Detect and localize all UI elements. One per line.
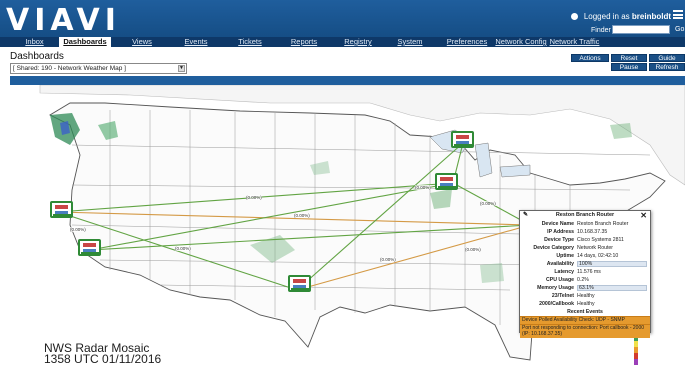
- page-title: Dashboards: [10, 51, 64, 62]
- row-key: Memory Usage: [537, 285, 574, 291]
- row-key: Availability: [546, 261, 574, 267]
- tab-dashboards[interactable]: Dashboards: [59, 37, 111, 47]
- username[interactable]: breinboldt: [632, 12, 671, 21]
- app-window: VIAVI Logged in as breinboldt Finder Go …: [0, 0, 685, 377]
- row-key: 2000/Callbook: [539, 301, 574, 307]
- finder-go-button[interactable]: Go: [675, 26, 684, 33]
- dashboard-header-band: [10, 76, 685, 85]
- link-label: (0.00%): [294, 213, 310, 218]
- chevron-down-icon[interactable]: ▼: [178, 65, 185, 72]
- node-status-bar: [454, 144, 472, 147]
- row-key: 23/Telnet: [551, 293, 574, 299]
- tab-events[interactable]: Events: [176, 37, 216, 47]
- row-key: Device Type: [544, 237, 574, 243]
- tab-inbox[interactable]: Inbox: [18, 37, 51, 47]
- popup-header: ✎ Reston Branch Router ✕: [520, 211, 650, 220]
- row-key: Device Name: [541, 221, 574, 227]
- popup-title: Reston Branch Router: [555, 212, 615, 218]
- popup-row: 23/Telnet Healthy: [520, 292, 650, 300]
- device-info-popup[interactable]: ✎ Reston Branch Router ✕ Device Name Rest…: [519, 210, 651, 338]
- link-label: (0.00%): [246, 195, 262, 200]
- row-value: Cisco Systems 2811: [577, 237, 624, 243]
- row-value: Reston Branch Router: [577, 221, 629, 227]
- pin-icon[interactable]: ✎: [523, 211, 528, 220]
- dashboard-select-value: [ Shared: 190 - Network Weather Map ]: [13, 65, 126, 72]
- row-value: 14 days, 02:42:10: [577, 253, 619, 259]
- popup-row: Device Name Reston Branch Router: [520, 220, 650, 228]
- row-value: Network Router: [577, 245, 614, 251]
- memory-value: 63.1%: [579, 285, 594, 291]
- event-item[interactable]: Device Polled Availability Check: UDP - …: [520, 316, 650, 324]
- logged-in-label: Logged in as: [583, 12, 630, 21]
- memory-bar: 63.1%: [577, 285, 647, 291]
- row-value: 0.2%: [577, 277, 589, 283]
- row-value: Healthy: [577, 293, 595, 299]
- tab-network-config[interactable]: Network Config: [495, 37, 547, 47]
- pause-button[interactable]: Pause: [611, 63, 647, 71]
- device-node-dallas[interactable]: [288, 275, 311, 292]
- finder-label: Finder: [591, 27, 611, 34]
- device-node-detroit[interactable]: [435, 173, 458, 190]
- row-value: Healthy: [577, 301, 595, 307]
- popup-row: IP Address 10.168.37.35: [520, 228, 650, 236]
- node-status-bar: [291, 288, 309, 291]
- dashboard-select[interactable]: [ Shared: 190 - Network Weather Map ] ▼: [10, 63, 187, 74]
- memory-row: Memory Usage 63.1%: [520, 284, 650, 292]
- row-value: 11.576 ms: [577, 269, 601, 275]
- tab-views[interactable]: Views: [122, 37, 162, 47]
- main-nav: Inbox Dashboards Views Events Tickets Re…: [0, 37, 685, 47]
- tab-system[interactable]: System: [390, 37, 430, 47]
- popup-row: 2000/Callbook Healthy: [520, 300, 650, 308]
- availability-row: Availability 100%: [520, 260, 650, 268]
- reset-button[interactable]: Reset: [611, 54, 647, 62]
- user-icon: [570, 13, 578, 21]
- viavi-logo: VIAVI: [6, 3, 121, 38]
- device-node-chicago[interactable]: [451, 131, 474, 148]
- guide-button[interactable]: Guide: [649, 54, 685, 62]
- popup-row: Latency 11.576 ms: [520, 268, 650, 276]
- row-key: Uptime: [556, 253, 574, 259]
- actions-button[interactable]: Actions: [571, 54, 609, 62]
- availability-bar: 100%: [577, 261, 647, 267]
- popup-row: CPU Usage 0.2%: [520, 276, 650, 284]
- link-label: (0.00%): [175, 246, 191, 251]
- link-label: (0.00%): [415, 185, 431, 190]
- tab-network-traffic[interactable]: Network Traffic: [548, 37, 601, 47]
- row-key: IP Address: [547, 229, 574, 235]
- row-key: Device Category: [533, 245, 574, 251]
- tab-tickets[interactable]: Tickets: [230, 37, 270, 47]
- popup-row: Device Type Cisco Systems 2811: [520, 236, 650, 244]
- link-label: (0.00%): [380, 257, 396, 262]
- link-label: (0.00%): [480, 201, 496, 206]
- link-label: (0.00%): [465, 247, 481, 252]
- node-status-bar: [81, 252, 99, 255]
- tab-preferences[interactable]: Preferences: [441, 37, 493, 47]
- device-node-sanfrancisco[interactable]: [50, 201, 73, 218]
- row-key: Latency: [554, 269, 574, 275]
- user-info: Logged in as breinboldt: [570, 12, 671, 21]
- tab-reports[interactable]: Reports: [284, 37, 324, 47]
- finder-input[interactable]: [612, 25, 670, 34]
- row-value: 10.168.37.35: [577, 229, 608, 235]
- radar-caption-timestamp: 1358 UTC 01/11/2016: [44, 352, 162, 366]
- row-key: CPU Usage: [546, 277, 574, 283]
- node-status-bar: [438, 186, 456, 189]
- popup-row: Device Category Network Router: [520, 244, 650, 252]
- hamburger-menu-icon[interactable]: [673, 10, 683, 19]
- link-label: (0.00%): [70, 227, 86, 232]
- radar-caption: NWS Radar Mosaic 1358 UTC 01/11/2016: [44, 342, 162, 366]
- device-node-losangeles[interactable]: [78, 239, 101, 256]
- node-status-bar: [53, 214, 71, 217]
- popup-row: Uptime 14 days, 02:42:10: [520, 252, 650, 260]
- refresh-button[interactable]: Refresh: [649, 63, 685, 71]
- event-item[interactable]: Port not responding to connection: Port …: [520, 323, 650, 338]
- tab-registry[interactable]: Registry: [338, 37, 378, 47]
- close-icon[interactable]: ✕: [640, 211, 647, 220]
- recent-events-title: Recent Events: [567, 309, 603, 315]
- availability-value: 100%: [579, 261, 593, 267]
